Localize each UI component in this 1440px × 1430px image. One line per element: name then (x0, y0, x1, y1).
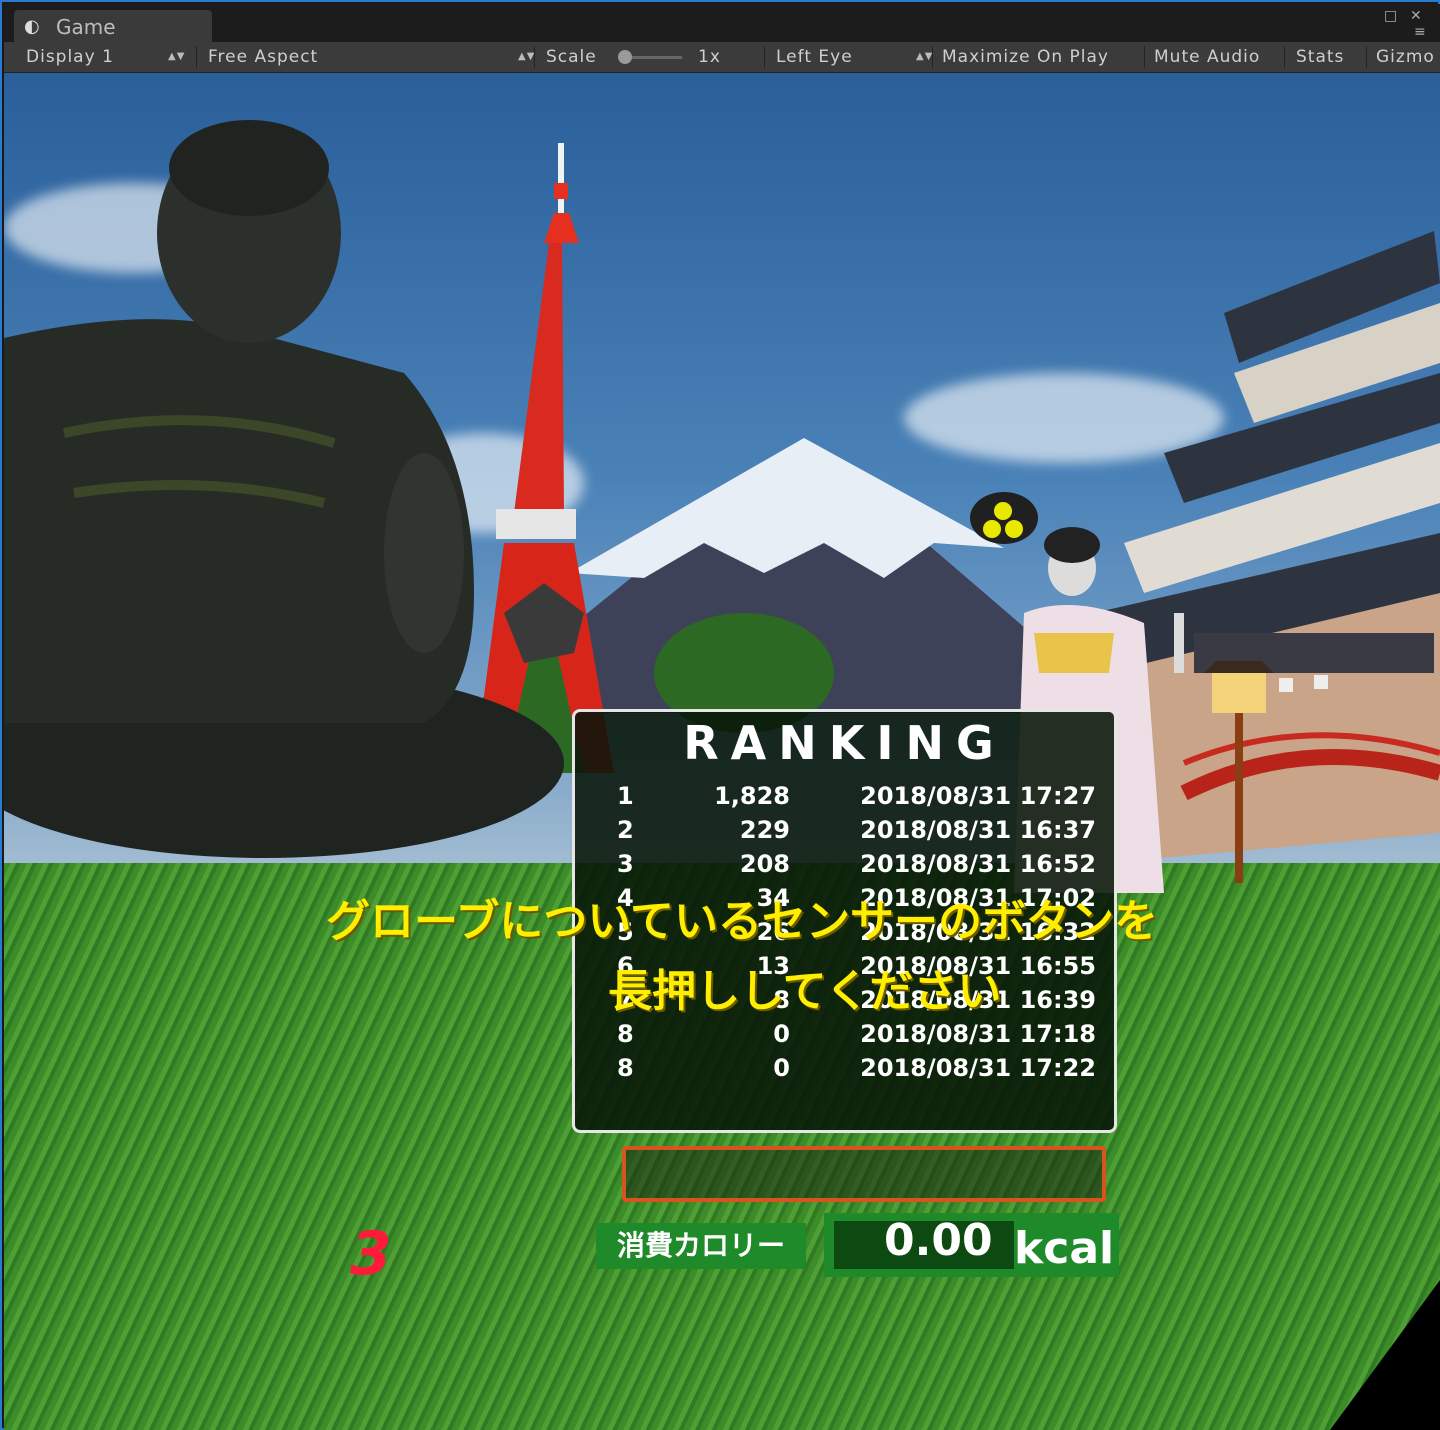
toolbar-divider (1284, 46, 1285, 68)
maximize-window-icon[interactable]: □ (1384, 8, 1397, 24)
ranking-date: 2018/08/31 16:52 (860, 850, 1096, 878)
display-dropdown-arrow-icon: ▲▼ (168, 51, 186, 62)
unity-logo-icon: ◐ (24, 16, 40, 37)
ranking-rank: 1 (617, 782, 634, 810)
toolbar-divider (932, 46, 933, 68)
ranking-rank: 8 (617, 1020, 634, 1048)
game-scene[interactable]: RANKING 1 1,828 2018/08/31 17:27 2 229 2… (4, 73, 1440, 1430)
maximize-on-play-toggle[interactable]: Maximize On Play (942, 42, 1109, 72)
calorie-value: 0.00 (884, 1215, 993, 1266)
calorie-unit: kcal (1014, 1223, 1115, 1274)
display-dropdown[interactable]: Display 1 (26, 42, 114, 72)
aspect-dropdown-arrow-icon: ▲▼ (518, 51, 536, 62)
game-toolbar: Display 1 ▲▼ Free Aspect ▲▼ Scale 1x Lef… (4, 42, 1440, 73)
ranking-row: 1 1,828 2018/08/31 17:27 (575, 782, 1114, 816)
toolbar-divider (1144, 46, 1145, 68)
instruction-prompt-line-1: グローブについているセンサーのボタンを (326, 896, 1159, 947)
floating-target (970, 492, 1038, 544)
ranking-date: 2018/08/31 17:18 (860, 1020, 1096, 1048)
ranking-row: 3 208 2018/08/31 16:52 (575, 850, 1114, 884)
ranking-date: 2018/08/31 17:27 (860, 782, 1096, 810)
calorie-panel: 0.00 kcal (824, 1213, 1119, 1277)
buddha-statue (4, 120, 564, 858)
ranking-score: 208 (739, 850, 790, 878)
tokyo-tower (474, 143, 614, 773)
eye-dropdown[interactable]: Left Eye (776, 42, 853, 72)
ranking-row: 2 229 2018/08/31 16:37 (575, 816, 1114, 850)
eye-dropdown-arrow-icon: ▲▼ (916, 51, 934, 62)
stats-toggle[interactable]: Stats (1296, 42, 1344, 72)
ranking-score: 0 (773, 1054, 790, 1082)
ranking-score: 1,828 (714, 782, 790, 810)
toolbar-divider (764, 46, 765, 68)
ranking-title: RANKING (683, 716, 1006, 770)
view-corner-mask (1330, 1280, 1440, 1430)
ranking-row: 8 0 2018/08/31 17:22 (575, 1054, 1114, 1088)
ranking-date: 2018/08/31 17:22 (860, 1054, 1096, 1082)
close-window-icon[interactable]: ✕ (1410, 8, 1422, 24)
mute-audio-toggle[interactable]: Mute Audio (1154, 42, 1260, 72)
toolbar-divider (196, 46, 197, 68)
toolbar-divider (1366, 46, 1367, 68)
ranking-rank: 2 (617, 816, 634, 844)
ranking-row: 8 0 2018/08/31 17:18 (575, 1020, 1114, 1054)
tab-game[interactable]: ◐ Game (14, 10, 212, 44)
tab-game-label: Game (56, 15, 116, 39)
tab-menu-icon[interactable]: ≡ (1414, 24, 1426, 40)
scale-value: 1x (698, 47, 721, 67)
countdown-number: 3 (350, 1219, 392, 1289)
ranking-score: 0 (773, 1020, 790, 1048)
toolbar-divider (534, 46, 535, 68)
scale-slider-handle[interactable] (618, 50, 632, 64)
game-view-frame: ◐ Game □ ✕ ≡ Display 1 ▲▼ Free Aspect ▲▼… (0, 0, 1440, 1430)
gizmos-dropdown[interactable]: Gizmo (1376, 42, 1435, 72)
ranking-score: 229 (739, 816, 790, 844)
calorie-label: 消費カロリー (596, 1223, 806, 1269)
ranking-date: 2018/08/31 16:37 (860, 816, 1096, 844)
editor-tab-bar: ◐ Game □ ✕ ≡ (4, 4, 1440, 44)
ranking-rank: 3 (617, 850, 634, 878)
ranking-rank: 8 (617, 1054, 634, 1082)
power-gauge (622, 1146, 1106, 1202)
scale-label: Scale (546, 47, 597, 67)
aspect-dropdown[interactable]: Free Aspect (208, 42, 318, 72)
instruction-prompt-line-2: 長押ししてください (608, 966, 1002, 1017)
